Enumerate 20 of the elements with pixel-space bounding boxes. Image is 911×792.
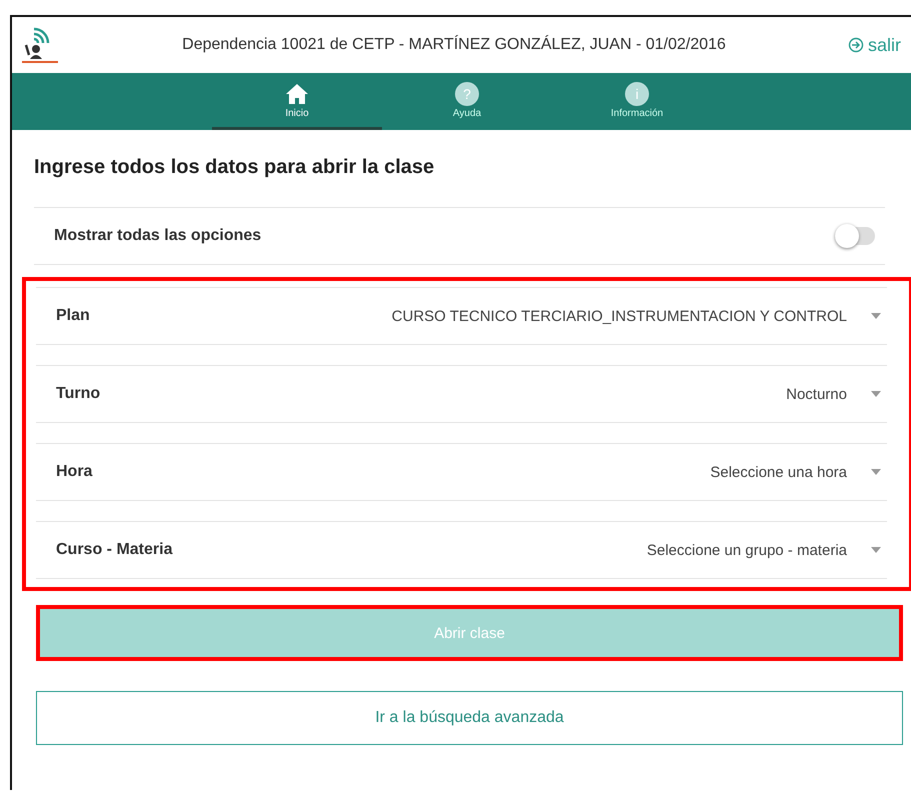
form-heading: Ingrese todos los datos para abrir la clase <box>34 156 436 179</box>
select-field[interactable]: Turno Nocturno <box>36 365 887 423</box>
caret-icon <box>871 313 881 319</box>
nav-tab[interactable]: i Información <box>552 73 722 130</box>
toggle-label: Mostrar todas las opciones <box>54 227 262 245</box>
select-field[interactable]: Curso - Materia Seleccione un grupo - materia <box>36 521 887 579</box>
logout-link[interactable]: salir <box>848 34 911 56</box>
caret-icon <box>871 391 881 397</box>
logout-icon <box>848 37 864 53</box>
select-field[interactable]: Plan CURSO TECNICO TERCIARIO_INSTRUMENTACION Y CONTROL <box>36 287 887 345</box>
logo-icon <box>20 25 60 65</box>
select-field[interactable]: Hora Seleccione una hora <box>36 443 887 501</box>
caret-icon <box>871 547 881 553</box>
advanced-search-button[interactable]: Ir a la búsqueda avanzada <box>36 691 903 745</box>
nav-tab[interactable]: Inicio <box>212 73 382 130</box>
home-icon <box>285 82 309 106</box>
nav-tab[interactable]: ? Ayuda <box>382 73 552 130</box>
toggle-switch[interactable] <box>835 227 875 245</box>
header-title: Dependencia 10021 de CETP - MARTÍNEZ GONZÁLEZ, JUAN - 01/02/2016 <box>181 36 727 54</box>
caret-icon <box>871 469 881 475</box>
